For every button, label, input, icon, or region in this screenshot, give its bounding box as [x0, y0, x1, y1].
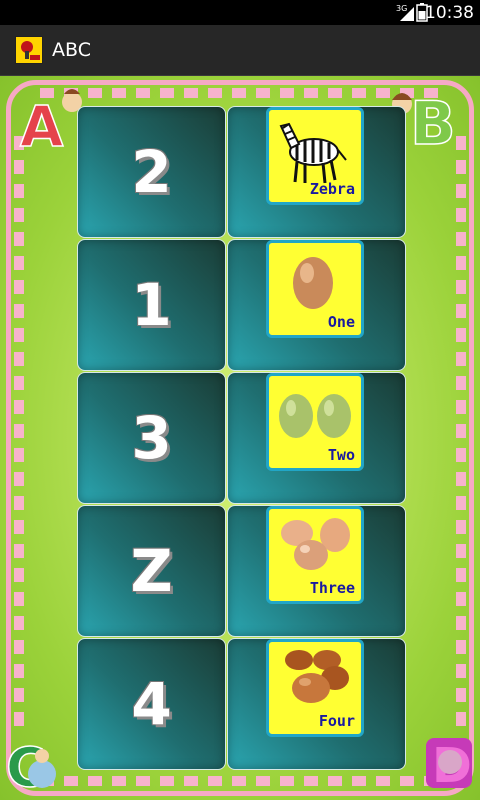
corner-letter-d-icon: D: [426, 738, 472, 792]
app-title: ABC: [52, 39, 91, 61]
number-card-label: 2: [131, 138, 172, 206]
number-card-label: 1: [131, 271, 172, 339]
picture-card[interactable]: Zebra: [227, 106, 406, 238]
signal-icon: 3G: [396, 4, 414, 21]
clock: 10:38: [425, 3, 474, 23]
svg-text:3G: 3G: [396, 4, 407, 13]
number-card[interactable]: Z: [77, 505, 226, 637]
number-card-label: Z: [130, 537, 173, 605]
picture-card[interactable]: Two: [227, 372, 406, 504]
number-card[interactable]: 3: [77, 372, 226, 504]
frame-dashes-left: [14, 136, 24, 736]
number-card-label: 3: [131, 404, 172, 472]
picture-tile: Two: [266, 373, 364, 471]
picture-card[interactable]: One: [227, 239, 406, 371]
picture-tile: Zebra: [266, 107, 364, 205]
game-board: A B C D 2 Zebra 1: [0, 76, 480, 800]
number-card[interactable]: 4: [77, 638, 226, 770]
picture-tile: Four: [266, 639, 364, 737]
corner-letter-c-icon: C: [5, 735, 56, 792]
status-bar: 3G 10:38: [0, 0, 480, 25]
svg-text:B: B: [410, 89, 456, 154]
picture-caption: Two: [327, 446, 355, 464]
app-icon[interactable]: [15, 36, 43, 64]
action-bar: ABC: [0, 25, 480, 76]
picture-caption: Four: [318, 712, 355, 730]
picture-tile: One: [266, 240, 364, 338]
frame-dashes-top: [40, 88, 440, 98]
picture-caption: Three: [309, 579, 355, 597]
picture-caption: One: [327, 313, 355, 331]
svg-text:A: A: [20, 95, 64, 154]
picture-card[interactable]: Three: [227, 505, 406, 637]
number-card[interactable]: 1: [77, 239, 226, 371]
frame-dashes-right: [456, 136, 466, 736]
corner-letter-a-icon: A: [19, 89, 82, 154]
frame-dashes-bottom: [40, 776, 440, 786]
picture-caption: Zebra: [309, 180, 355, 198]
picture-card[interactable]: Four: [227, 638, 406, 770]
number-card[interactable]: 2: [77, 106, 226, 238]
number-card-label: 4: [131, 670, 172, 738]
picture-tile: Three: [266, 506, 364, 604]
